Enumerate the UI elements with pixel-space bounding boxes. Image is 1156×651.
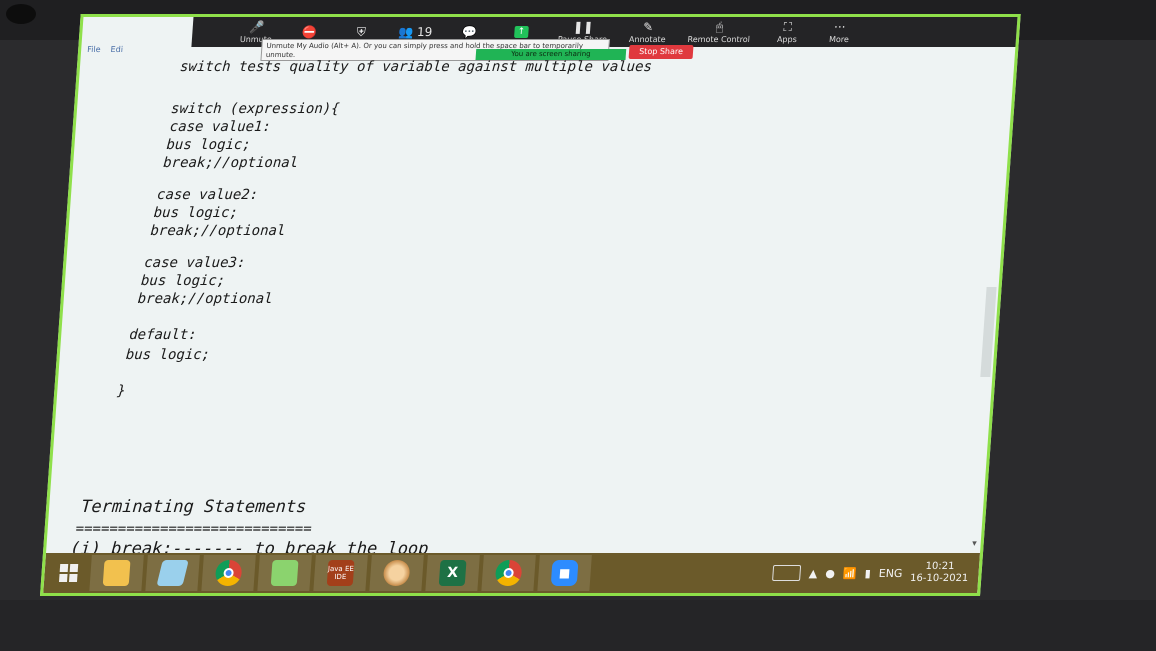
annotate-label: Annotate: [628, 34, 666, 44]
menu-edit[interactable]: Edi: [110, 45, 123, 54]
doc-line: bus logic;: [125, 347, 211, 363]
taskbar-file-explorer[interactable]: [89, 555, 144, 591]
paint-icon: [382, 560, 411, 586]
excel-icon: X: [438, 560, 467, 586]
windows-taskbar: Java EE IDE X ■ ▲ ● 📶 ▮ ENG 10:21 16-10-…: [43, 553, 981, 593]
zoom-icon: ■: [550, 560, 579, 586]
menu-file[interactable]: File: [87, 45, 101, 54]
chat-icon: 💬: [461, 25, 478, 39]
system-tray: ▲ ● 📶 ▮ ENG 10:21 16-10-2021: [772, 561, 979, 585]
menu-bar: File Edi: [87, 45, 123, 54]
doc-line: }: [116, 383, 127, 399]
show-hidden-icons-icon[interactable]: ▲: [808, 567, 817, 580]
chrome-icon: [494, 560, 523, 586]
share-up-icon: ↑: [514, 26, 529, 38]
participants-icon: 👥 19: [397, 25, 433, 39]
remote-control-label: Remote Control: [687, 34, 751, 44]
doc-line: bus logic;: [140, 273, 226, 289]
taskbar-paint[interactable]: [369, 555, 424, 591]
chrome-icon: [214, 560, 243, 586]
more-label: More: [828, 34, 850, 44]
doc-heading: Terminating Statements: [80, 497, 308, 517]
taskbar-java-ee[interactable]: Java EE IDE: [313, 555, 368, 591]
java-ee-icon: Java EE IDE: [326, 560, 355, 586]
doc-line: break;//optional: [162, 155, 299, 171]
clock-time: 10:21: [925, 561, 955, 572]
mic-muted-icon: 🎤: [248, 19, 265, 34]
participants-button[interactable]: 👥 19: [397, 25, 433, 39]
pencil-icon: ✎: [642, 19, 654, 34]
doc-line: default:: [128, 327, 198, 343]
doc-line: case value1:: [169, 119, 272, 135]
apps-label: Apps: [776, 34, 798, 44]
annotate-button[interactable]: ✎ Annotate: [628, 19, 667, 44]
network-icon[interactable]: 📶: [843, 567, 858, 580]
taskbar-zoom[interactable]: ■: [537, 555, 592, 591]
projected-screen: File Edi 🎤 Unmute ⛔ ⛨ 👥 19 💬 ↑ ❚❚ Pause …: [40, 14, 1021, 596]
apps-button[interactable]: ⛶ Apps: [772, 19, 804, 44]
stop-share-button[interactable]: Stop Share: [628, 45, 694, 59]
doc-divider: ============================: [75, 521, 313, 537]
doc-line: bus logic;: [165, 137, 252, 153]
language-indicator[interactable]: ENG: [878, 567, 903, 580]
doc-line: break;//optional: [149, 223, 286, 239]
room-background-bottom: [0, 600, 1156, 651]
doc-line: break;//optional: [137, 291, 274, 307]
clock-date: 16-10-2021: [909, 573, 969, 584]
doc-line: case value2:: [156, 187, 259, 203]
security-status-icon[interactable]: ●: [825, 567, 836, 580]
notepad-icon: [156, 560, 189, 586]
apps-icon: ⛶: [783, 19, 793, 34]
remote-control-button[interactable]: 🖱 Remote Control: [687, 19, 751, 44]
chat-button[interactable]: 💬: [454, 25, 485, 39]
pause-icon: ❚❚: [572, 19, 594, 34]
taskbar-chrome[interactable]: [201, 555, 256, 591]
doc-line: case value3:: [143, 255, 247, 271]
doc-line: bus logic;: [153, 205, 239, 221]
start-video-button[interactable]: ⛔: [294, 25, 325, 39]
more-dots-icon: ···: [833, 19, 847, 34]
windows-start-icon: [58, 564, 79, 582]
video-off-icon: ⛔: [301, 25, 318, 39]
taskbar-notepad[interactable]: [145, 555, 200, 591]
camera-object: [6, 4, 36, 24]
taskbar-sticky-notes[interactable]: [257, 555, 312, 591]
share-screen-button[interactable]: ↑: [506, 26, 537, 38]
scrollbar-thumb[interactable]: [980, 287, 997, 377]
more-button[interactable]: ··· More: [824, 19, 856, 44]
security-button[interactable]: ⛨: [346, 25, 377, 39]
battery-icon[interactable]: ▮: [864, 567, 871, 580]
touch-keyboard-icon[interactable]: [772, 565, 802, 581]
doc-line: switch (expression){: [170, 101, 341, 117]
taskbar-excel[interactable]: X: [425, 555, 480, 591]
shield-icon: ⛨: [356, 25, 367, 39]
mouse-icon: 🖱: [715, 19, 724, 34]
sticky-notes-icon: [270, 560, 299, 586]
participants-count: 19: [416, 25, 433, 39]
taskbar-clock[interactable]: 10:21 16-10-2021: [910, 561, 970, 585]
doc-line: switch tests quality of variable against…: [179, 59, 653, 75]
windows-start-button[interactable]: [49, 556, 87, 590]
scroll-down-arrow-icon[interactable]: ▾: [972, 539, 977, 549]
file-explorer-icon: [102, 560, 131, 586]
taskbar-chrome-2[interactable]: [481, 555, 536, 591]
